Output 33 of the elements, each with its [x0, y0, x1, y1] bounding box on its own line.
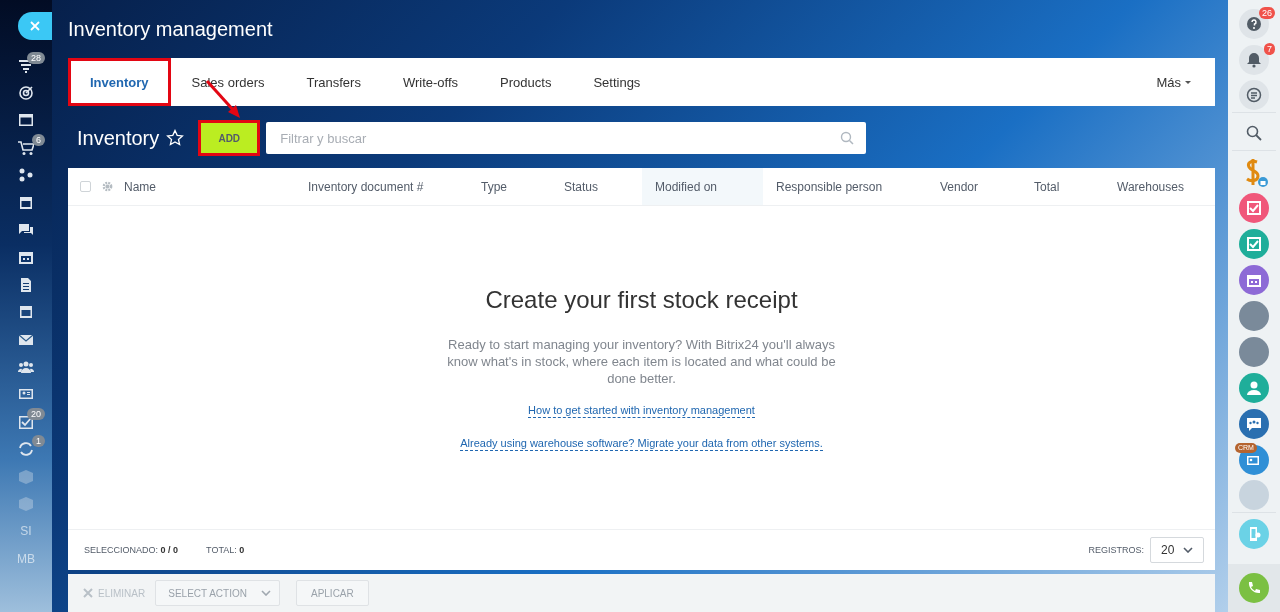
- selected-count: SELECCIONADO: 0 / 0: [84, 545, 179, 555]
- total-count: TOTAL: 0: [206, 545, 245, 555]
- tab[interactable]: Inventory: [68, 58, 171, 106]
- column-header[interactable]: Responsible person: [763, 168, 934, 205]
- column-header[interactable]: Type: [475, 168, 558, 205]
- column-header[interactable]: Vendor: [934, 168, 1028, 205]
- count-badge: 1: [32, 435, 45, 448]
- tab[interactable]: Products: [479, 58, 573, 106]
- empty-state-text: Ready to start managing your inventory? With Bitrix24 you'll always know what's in stock, where each item is located and what could be done better.: [446, 336, 837, 387]
- page-title: Inventory management: [68, 17, 274, 42]
- tab[interactable]: Write-offs: [381, 58, 480, 106]
- help-link[interactable]: How to get started with inventory management: [528, 403, 755, 418]
- page-size-label: REGISTROS:: [1088, 545, 1144, 555]
- column-header[interactable]: Status: [558, 168, 642, 205]
- notification-badge: 26: [1259, 7, 1275, 19]
- tab[interactable]: Transfers: [285, 58, 382, 106]
- help-link[interactable]: Already using warehouse software? Migrate your data from other systems.: [460, 436, 823, 451]
- tab[interactable]: Settings: [572, 58, 662, 106]
- count-badge: 20: [27, 408, 45, 421]
- notification-badge: 7: [1264, 43, 1275, 55]
- count-badge: 28: [27, 52, 45, 64]
- add-button[interactable]: ADD: [198, 120, 261, 156]
- count-badge: 6: [32, 134, 45, 147]
- column-header[interactable]: Modified on: [642, 168, 763, 205]
- column-header[interactable]: Name: [118, 168, 302, 205]
- more-menu-button[interactable]: Más: [1156, 74, 1191, 90]
- column-header[interactable]: Warehouses: [1111, 168, 1215, 205]
- page-size-select[interactable]: 20: [1150, 537, 1204, 563]
- search-field[interactable]: Filtrar y buscar: [266, 122, 867, 154]
- empty-state-title: Create your first stock receipt: [485, 286, 798, 314]
- column-header[interactable]: Total: [1028, 168, 1111, 205]
- page-heading: Inventory: [77, 126, 160, 150]
- column-header[interactable]: Inventory document #: [302, 168, 475, 205]
